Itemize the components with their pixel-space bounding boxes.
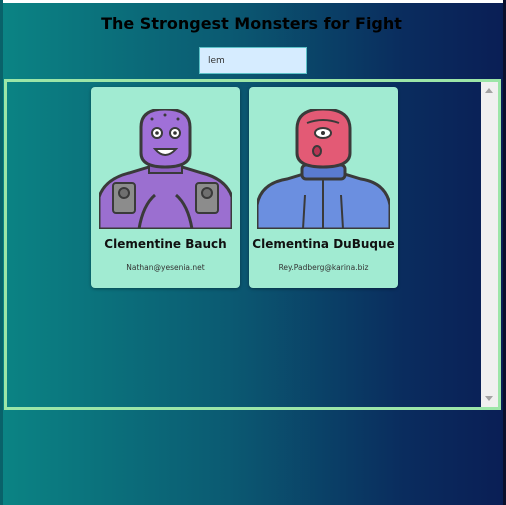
hooded-monster-image: [257, 109, 390, 229]
monster-card[interactable]: Clementina DuBuque Rey.Padberg@karina.bi…: [249, 87, 398, 288]
monster-email: Nathan@yesenia.net: [126, 263, 205, 272]
vertical-scrollbar[interactable]: [481, 82, 498, 407]
search-input[interactable]: [199, 47, 307, 74]
window-top-edge: [0, 0, 503, 3]
robot-monster-image: [99, 109, 232, 229]
scroll-down-arrow-icon[interactable]: [485, 396, 493, 401]
card-list-panel[interactable]: Clementine Bauch Nathan@yesenia.net Clem…: [4, 79, 501, 410]
monster-name: Clementina DuBuque: [252, 237, 395, 251]
page-title: The Strongest Monsters for Fight: [101, 14, 402, 33]
monster-name: Clementine Bauch: [104, 237, 227, 251]
monster-email: Rey.Padberg@karina.biz: [278, 263, 369, 272]
scroll-up-arrow-icon[interactable]: [485, 88, 493, 93]
window-left-edge: [0, 0, 3, 505]
monster-card[interactable]: Clementine Bauch Nathan@yesenia.net: [91, 87, 240, 288]
